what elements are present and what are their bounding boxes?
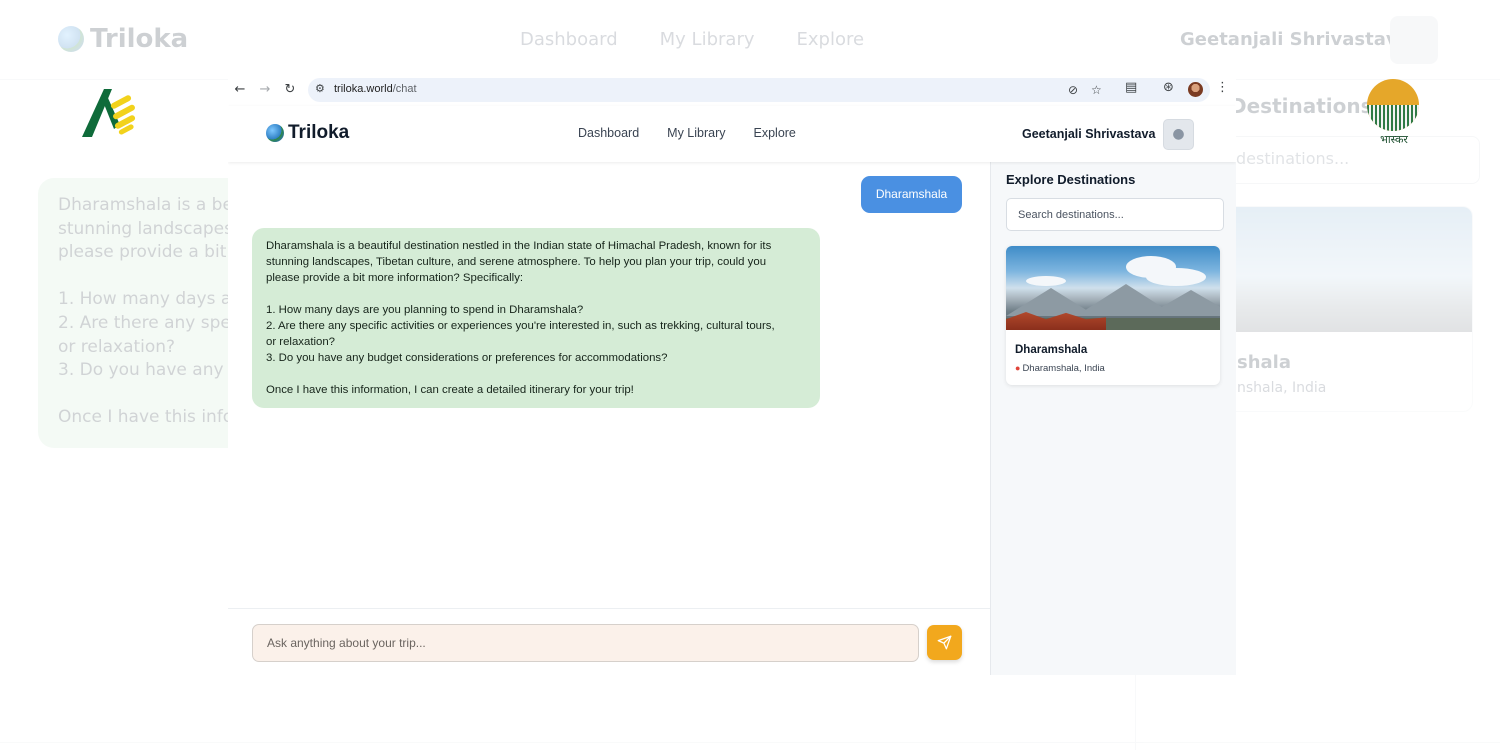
app-logo[interactable]: Triloka [266,122,349,144]
panel-title: Explore Destinations [1006,172,1136,187]
bg-side-title: Destinations [1230,94,1373,118]
nav-dashboard[interactable]: Dashboard [578,126,639,140]
destination-name: Dharamshala [1015,344,1088,356]
extensions-icon[interactable]: ▤ [1125,80,1137,95]
forward-arrow-icon[interactable]: → [256,81,274,99]
user-name: Geetanjali Shrivastava [1022,127,1156,141]
right-logo-caption: भास्कर [1380,133,1408,146]
url-text[interactable]: triloka.world/chat [334,83,417,95]
eye-off-icon[interactable]: ⊘ [1068,83,1078,97]
back-arrow-icon[interactable]: ← [231,81,249,99]
left-logo [80,85,146,141]
emblem-pattern [1367,105,1419,131]
location-pin-icon: ● [1015,363,1021,373]
chat-area: Dharamshala Dharamshala is a beautiful d… [228,162,990,675]
bg-logo: Triloka [58,24,188,54]
message-spacer [266,366,806,382]
destination-location: ● Dharamshala, India [1015,363,1105,374]
bg-nav-explore: Explore [796,29,865,50]
bg-nav-dashboard: Dashboard [520,29,618,50]
message-line: 2. Are there any specific activities or … [266,320,775,332]
bg-side-image [1226,207,1472,332]
message-line: stunning landscapes, Tibetan culture, an… [266,256,767,268]
app-header: Triloka Dashboard My Library Explore Gee… [228,106,1236,162]
app-brand: Triloka [288,122,350,143]
bg-side-card [1225,206,1473,412]
message-line: please provide a bit more information? S… [266,272,524,284]
bg-side-card-name: shala [1237,352,1291,373]
bg-bottom-line [0,742,1500,743]
browser-toolbar: ← → ↻ ⚙ triloka.world/chat ⊘ ☆ ▤ ⊛ ⋮ [228,75,1236,105]
send-icon [937,635,952,650]
nav-my-library[interactable]: My Library [667,126,725,140]
star-icon[interactable]: ☆ [1091,83,1102,97]
destination-search-input[interactable]: Search destinations... [1006,198,1224,231]
sync-icon[interactable]: ⊛ [1163,80,1174,95]
send-button[interactable] [927,625,962,660]
chat-input[interactable]: Ask anything about your trip... [252,624,919,662]
bg-navbar [0,0,1500,80]
bg-brand: Triloka [90,24,189,54]
globe-icon [266,124,284,142]
bg-avatar [1390,16,1438,64]
message-line: Once I have this information, I can crea… [266,384,634,396]
message-line: 1. How many days are you planning to spe… [266,304,584,316]
site-settings-icon[interactable]: ⚙ [315,82,325,95]
destination-image [1006,246,1220,330]
bg-side-card-location: nshala, India [1237,380,1327,396]
explore-panel: Explore Destinations Search destinations… [990,162,1236,675]
message-line: 3. Do you have any budget considerations… [266,352,668,364]
bg-side-search: destinations... [1225,136,1480,184]
assistant-message: Dharamshala is a beautiful destination n… [252,228,820,408]
destination-card[interactable]: Dharamshala ● Dharamshala, India [1006,246,1220,385]
globe-icon [58,26,84,52]
bg-user-name: Geetanjali Shrivastava [1180,29,1410,50]
right-logo: भास्कर [1367,79,1421,149]
more-menu-icon[interactable]: ⋮ [1216,80,1229,95]
screen: Triloka Dashboard My Library Explore Gee… [0,0,1500,750]
message-spacer [266,286,806,302]
browser-window: ← → ↻ ⚙ triloka.world/chat ⊘ ☆ ▤ ⊛ ⋮ Tri… [228,75,1236,675]
nav-explore[interactable]: Explore [754,126,796,140]
bg-nav-library: My Library [659,29,755,50]
user-avatar-icon[interactable]: ● [1163,119,1194,150]
message-line: Dharamshala is a beautiful destination n… [266,240,772,252]
app-nav: Dashboard My Library Explore [578,126,796,140]
sun-emblem [1367,79,1419,131]
user-message: Dharamshala [861,176,962,213]
message-line: or relaxation? [266,336,336,348]
reload-icon[interactable]: ↻ [281,81,299,99]
address-bar[interactable]: ⚙ triloka.world/chat ⊘ ☆ [308,78,1210,102]
bg-nav-links: Dashboard My Library Explore [520,29,864,50]
profile-avatar[interactable] [1188,82,1203,97]
chat-input-bar: Ask anything about your trip... [228,608,990,675]
